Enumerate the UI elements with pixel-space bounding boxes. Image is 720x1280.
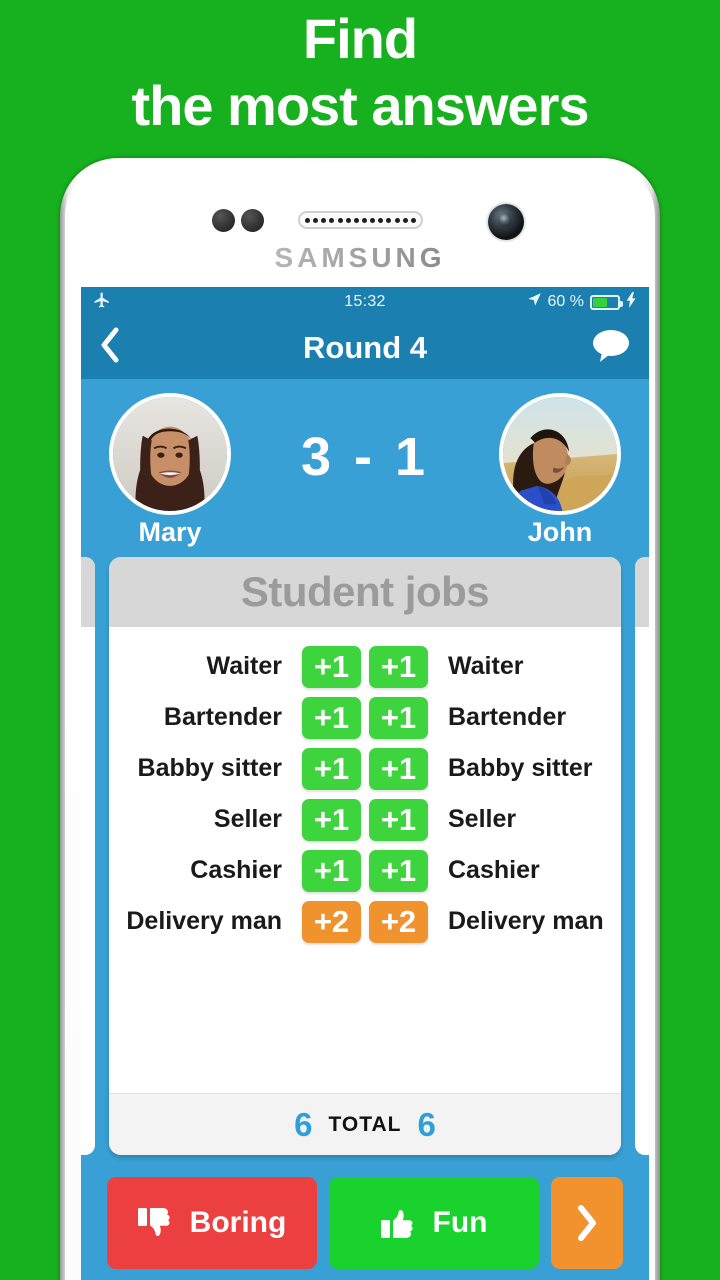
- promo-headline-line2: the most answers: [131, 73, 589, 137]
- boring-button-label: Boring: [189, 1206, 287, 1239]
- points-badge-right: +1: [369, 798, 428, 841]
- answer-label-right: Bartender: [447, 703, 567, 731]
- thumbs-up-icon: [380, 1206, 419, 1240]
- answer-label-left: Bartender: [163, 703, 283, 731]
- status-bar: 15:32 60 %: [81, 287, 649, 317]
- card-title: Student jobs: [240, 568, 490, 615]
- total-label: TOTAL: [328, 1112, 402, 1136]
- action-bar: Boring Fun: [81, 1159, 649, 1277]
- table-row: Babby sitter +1 +1 Babby sitter: [109, 743, 621, 794]
- battery-percent-label: 60 %: [547, 293, 584, 310]
- phone-hardware-row: [65, 204, 655, 240]
- fun-button-label: Fun: [432, 1206, 488, 1239]
- promo-banner: Find the most answers: [0, 0, 720, 158]
- avatar: [109, 392, 231, 515]
- page-title: Round 4: [303, 330, 427, 365]
- promo-headline-line1: Find: [302, 7, 418, 70]
- points-badge-right: +1: [369, 849, 428, 892]
- player-right-name: John: [527, 516, 593, 547]
- table-row: Bartender +1 +1 Bartender: [109, 692, 621, 743]
- answer-label-right: Babby sitter: [447, 754, 593, 782]
- answer-label-right: Cashier: [447, 856, 540, 884]
- table-row: Seller +1 +1 Seller: [109, 794, 621, 845]
- scoreboard: Mary 3 - 1 John: [81, 379, 649, 555]
- thumbs-down-icon: [137, 1206, 176, 1240]
- phone-screen: 15:32 60 % Round 4 Mary 3 - 1 John Stude…: [81, 287, 649, 1280]
- table-row: Cashier +1 +1 Cashier: [109, 845, 621, 896]
- phone-body: SAMSUNG 15:32 60 % Round 4 Mary 3 - 1 Jo…: [65, 162, 655, 1280]
- points-badge-right: +1: [369, 696, 428, 739]
- points-badge-right: +2: [369, 900, 428, 943]
- boring-button[interactable]: Boring: [107, 1177, 317, 1269]
- points-badge-left: +1: [302, 696, 361, 739]
- status-bar-right: 60 %: [527, 291, 637, 313]
- points-badge-left: +2: [302, 900, 361, 943]
- total-right: 6: [417, 1105, 436, 1143]
- nav-bar: Round 4: [81, 317, 649, 379]
- answer-label-left: Waiter: [206, 652, 283, 680]
- avatar: [499, 392, 621, 515]
- answer-label-left: Delivery man: [126, 907, 283, 935]
- location-arrow-icon: [527, 292, 542, 312]
- player-right[interactable]: John: [493, 392, 627, 548]
- battery-icon: [590, 294, 623, 310]
- card-peek-header: [81, 557, 95, 627]
- card-peek-header: [635, 557, 649, 627]
- fun-button[interactable]: Fun: [329, 1177, 539, 1269]
- answer-label-left: Seller: [213, 805, 283, 833]
- total-left: 6: [294, 1105, 313, 1143]
- points-badge-left: +1: [302, 747, 361, 790]
- card-peek-previous[interactable]: [81, 557, 95, 1155]
- points-badge-left: +1: [302, 645, 361, 688]
- answer-list: Waiter +1 +1 Waiter Bartender +1 +1 Bart…: [109, 627, 621, 1093]
- points-badge-left: +1: [302, 798, 361, 841]
- points-badge-left: +1: [302, 849, 361, 892]
- lightning-bolt-icon: [626, 291, 637, 313]
- points-badge-right: +1: [369, 747, 428, 790]
- proximity-sensor-icon: [212, 209, 235, 232]
- chevron-right-icon: [574, 1203, 600, 1243]
- earpiece-speaker-icon: [298, 211, 423, 229]
- card-peek-next[interactable]: [635, 557, 649, 1155]
- answer-label-left: Babby sitter: [137, 754, 283, 782]
- answer-label-right: Delivery man: [447, 907, 604, 935]
- phone-mockup: SAMSUNG 15:32 60 % Round 4 Mary 3 - 1 Jo…: [60, 158, 660, 1280]
- next-button[interactable]: [551, 1177, 623, 1269]
- device-brand-logo: SAMSUNG: [65, 242, 655, 274]
- card-footer-totals: 6 TOTAL 6: [109, 1093, 621, 1155]
- player-left-name: Mary: [138, 516, 202, 547]
- light-sensor-icon: [241, 209, 264, 232]
- table-row: Delivery man +2 +2 Delivery man: [109, 896, 621, 947]
- answer-label-right: Seller: [447, 805, 517, 833]
- points-badge-right: +1: [369, 645, 428, 688]
- answer-label-right: Waiter: [447, 652, 524, 680]
- table-row: Waiter +1 +1 Waiter: [109, 641, 621, 692]
- front-camera-icon: [488, 204, 524, 240]
- answer-label-left: Cashier: [190, 856, 283, 884]
- score-display: 3 - 1: [300, 427, 430, 487]
- chat-button[interactable]: [591, 329, 631, 368]
- question-card: Student jobs Waiter +1 +1 Waiter Bartend…: [109, 557, 621, 1155]
- back-button[interactable]: [99, 326, 121, 370]
- card-carousel: Student jobs Waiter +1 +1 Waiter Bartend…: [81, 555, 649, 1159]
- player-left[interactable]: Mary: [103, 392, 237, 548]
- card-header: Student jobs: [109, 557, 621, 627]
